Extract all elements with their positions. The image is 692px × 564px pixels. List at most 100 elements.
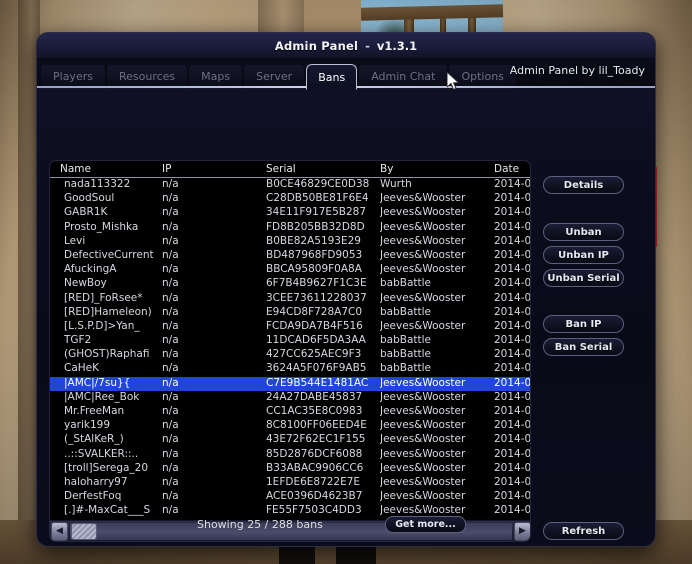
cell-by: Jeeves&Wooster xyxy=(380,433,466,446)
table-row[interactable]: yarik199 n/a 8C8100FF06EED4E Jeeves&Wooster… xyxy=(50,419,530,433)
cell-name: GoodSoul xyxy=(64,192,115,205)
table-row[interactable]: DefectiveCurrent n/a BD487968FD9053 Jeeves&… xyxy=(50,249,530,263)
cell-ip: n/a xyxy=(162,234,179,247)
cell-date: 2014-0 xyxy=(494,419,530,432)
cell-ip: n/a xyxy=(162,348,179,361)
cell-ip: n/a xyxy=(162,319,179,332)
cell-date: 2014-0 xyxy=(494,504,530,517)
cell-ip: n/a xyxy=(162,461,179,474)
cell-serial: FE55F7503C4DD3 xyxy=(266,504,362,517)
table-row[interactable]: GABR1K n/a 34E11F917E5B287 Jeeves&Wooster 20… xyxy=(50,206,530,220)
table-row[interactable]: [RED]Hameleon) n/a E94CD8F728A7C0 babBattle… xyxy=(50,306,530,320)
column-header-name: Name xyxy=(60,163,91,175)
cell-ip: n/a xyxy=(162,504,179,517)
tab-bans[interactable]: Bans xyxy=(306,64,358,90)
cell-date: 2014-0 xyxy=(494,461,530,474)
table-row[interactable]: (GHOST)Raphafi n/a 427CC625AEC9F3 babBattle… xyxy=(50,348,530,362)
cell-ip: n/a xyxy=(162,390,179,403)
cell-name: (GHOST)Raphafi xyxy=(64,348,150,361)
showing-count-label: Showing 25 / 288 bans xyxy=(197,518,323,531)
cell-by: Jeeves&Wooster xyxy=(380,390,466,403)
ban-ip-button[interactable]: Ban IP xyxy=(543,315,624,333)
cell-ip: n/a xyxy=(162,291,179,304)
ban-serial-button[interactable]: Ban Serial xyxy=(543,338,624,356)
table-row[interactable]: (_StAlKeR_) n/a 43E72F62EC1F155 Jeeves&Woos… xyxy=(50,433,530,447)
tab-bar: Players Resources Maps Server Bans Admin… xyxy=(37,59,655,90)
cell-date: 2014-0 xyxy=(494,490,530,503)
cell-date: 2014-0 xyxy=(494,192,530,205)
cell-serial: 85D2876DCF6088 xyxy=(266,447,363,460)
cell-name: |AMC|Ree_Bok xyxy=(64,390,140,403)
cell-by: Jeeves&Wooster xyxy=(380,461,466,474)
cell-serial: FCDA9DA7B4F516 xyxy=(266,319,363,332)
cell-ip: n/a xyxy=(162,419,179,432)
bans-list-rows[interactable]: nada113322 n/a B0CE46829CE0D38 Wurth 2014-0 G… xyxy=(50,178,530,520)
table-row[interactable]: TGF2 n/a 11DCAD6F5DA3AA babBattle 2014-0 xyxy=(50,334,530,348)
table-row[interactable]: GoodSoul n/a C28DB50BE81F6E4 Jeeves&Wooster… xyxy=(50,192,530,206)
cell-name: |AMC|/7su}{ xyxy=(64,376,131,389)
table-row[interactable]: NewBoy n/a 6F7B4B9627F1C3E babBattle 2014-0 xyxy=(50,277,530,291)
cell-by: Jeeves&Wooster xyxy=(380,319,466,332)
cell-by: babBattle xyxy=(380,334,432,347)
cell-by: Jeeves&Wooster xyxy=(380,220,466,233)
unban-ip-button[interactable]: Unban IP xyxy=(543,246,624,264)
bans-list[interactable]: Name IP Serial By Date nada113322 n/a B0CE… xyxy=(49,160,531,542)
cell-name: Mr.FreeMan xyxy=(64,405,125,417)
cell-serial: C7E9B544E1481AC xyxy=(266,376,369,389)
unban-button[interactable]: Unban xyxy=(543,223,624,241)
cell-date: 2014-0 xyxy=(494,334,530,347)
cell-serial: 11DCAD6F5DA3AA xyxy=(266,334,366,347)
cell-date: 2014-0 xyxy=(494,390,530,403)
cell-by: Jeeves&Wooster xyxy=(380,475,466,488)
table-row[interactable]: |AMC|Ree_Bok n/a 24A27DABE45837 Jeeves&Woos… xyxy=(50,391,530,405)
cell-by: Jeeves&Wooster xyxy=(380,490,466,503)
table-row[interactable]: ..::SVALKER::.. n/a 85D2876DCF6088 Jeeves&W… xyxy=(50,448,530,462)
cell-name: [troll]Serega_20 xyxy=(64,461,149,474)
details-button[interactable]: Details xyxy=(543,176,624,194)
unban-serial-button[interactable]: Unban Serial xyxy=(543,269,624,287)
cell-serial: B33ABAC9906CC6 xyxy=(266,461,364,474)
table-row[interactable]: [troll]Serega_20 n/a B33ABAC9906CC6 Jeeves&… xyxy=(50,462,530,476)
table-row[interactable]: [L.S.P.D]>Yan_ n/a FCDA9DA7B4F516 Jeeves&Wo… xyxy=(50,320,530,334)
cell-serial: BBCA95809F0A8A xyxy=(266,263,362,276)
cell-name: yarik199 xyxy=(64,419,111,432)
cell-serial: FD8B205BB32D8D xyxy=(266,220,365,233)
cell-by: Jeeves&Wooster xyxy=(380,291,466,304)
table-row[interactable]: Prosto_Mishka n/a FD8B205BB32D8D Jeeves&Woo… xyxy=(50,221,530,235)
table-row[interactable]: [RED]_FoRsee* n/a 3CEE73611228037 Jeeves&Wo… xyxy=(50,292,530,306)
window-titlebar: Admin Panel - v1.3.1 xyxy=(37,33,655,59)
column-header-date: Date xyxy=(494,163,520,175)
column-header-by: By xyxy=(380,163,394,175)
cell-name: Levi xyxy=(64,234,86,247)
cell-date: 2014-0 xyxy=(494,234,530,247)
cell-date: 2014-0 xyxy=(494,362,530,375)
cell-serial: E94CD8F728A7C0 xyxy=(266,305,363,318)
cell-name: DefectiveCurrent xyxy=(64,248,154,261)
table-row[interactable]: AfuckingA n/a BBCA95809F0A8A Jeeves&Wooster… xyxy=(50,263,530,277)
cell-name: ..::SVALKER::.. xyxy=(64,447,139,460)
cell-by: babBattle xyxy=(380,348,432,361)
cell-name: CaHeK xyxy=(64,362,100,375)
cell-serial: ACE0396D4623B7 xyxy=(266,490,363,503)
mouse-cursor-icon xyxy=(447,72,460,91)
cell-serial: 43E72F62EC1F155 xyxy=(266,433,366,446)
cell-name: Prosto_Mishka xyxy=(64,220,139,233)
table-row[interactable]: Mr.FreeMan n/a CC1AC35E8C0983 Jeeves&Wooste… xyxy=(50,405,530,419)
cell-date: 2014-0 xyxy=(494,206,530,219)
cell-ip: n/a xyxy=(162,490,179,503)
cell-date: 2014-0 xyxy=(494,319,530,332)
table-row[interactable]: DerfestFoq n/a ACE0396D4623B7 Jeeves&Wooste… xyxy=(50,490,530,504)
table-row[interactable]: nada113322 n/a B0CE46829CE0D38 Wurth 2014-0 xyxy=(50,178,530,192)
column-header-serial: Serial xyxy=(266,163,296,175)
get-more-button[interactable]: Get more... xyxy=(385,516,466,533)
cell-date: 2014-0 xyxy=(494,178,530,190)
cell-by: Jeeves&Wooster xyxy=(380,248,466,261)
table-row-selected[interactable]: |AMC|/7su}{n/a C7E9B544E1481AC Jeeves&Woos… xyxy=(50,376,530,391)
table-row[interactable]: haloharry97 n/a 1EFDE6E8722E7E Jeeves&Woost… xyxy=(50,476,530,490)
table-row[interactable]: Levi n/a B0BE82A5193E29 Jeeves&Wooster 2014-… xyxy=(50,235,530,249)
cell-by: Wurth xyxy=(380,178,412,190)
cell-name: [.]#-MaxCat___S xyxy=(64,504,151,517)
cell-date: 2014-0 xyxy=(494,291,530,304)
table-row[interactable]: CaHeK n/a 3624A5F076F9AB5 babBattle 2014-0 xyxy=(50,362,530,376)
cell-by: babBattle xyxy=(380,277,432,290)
